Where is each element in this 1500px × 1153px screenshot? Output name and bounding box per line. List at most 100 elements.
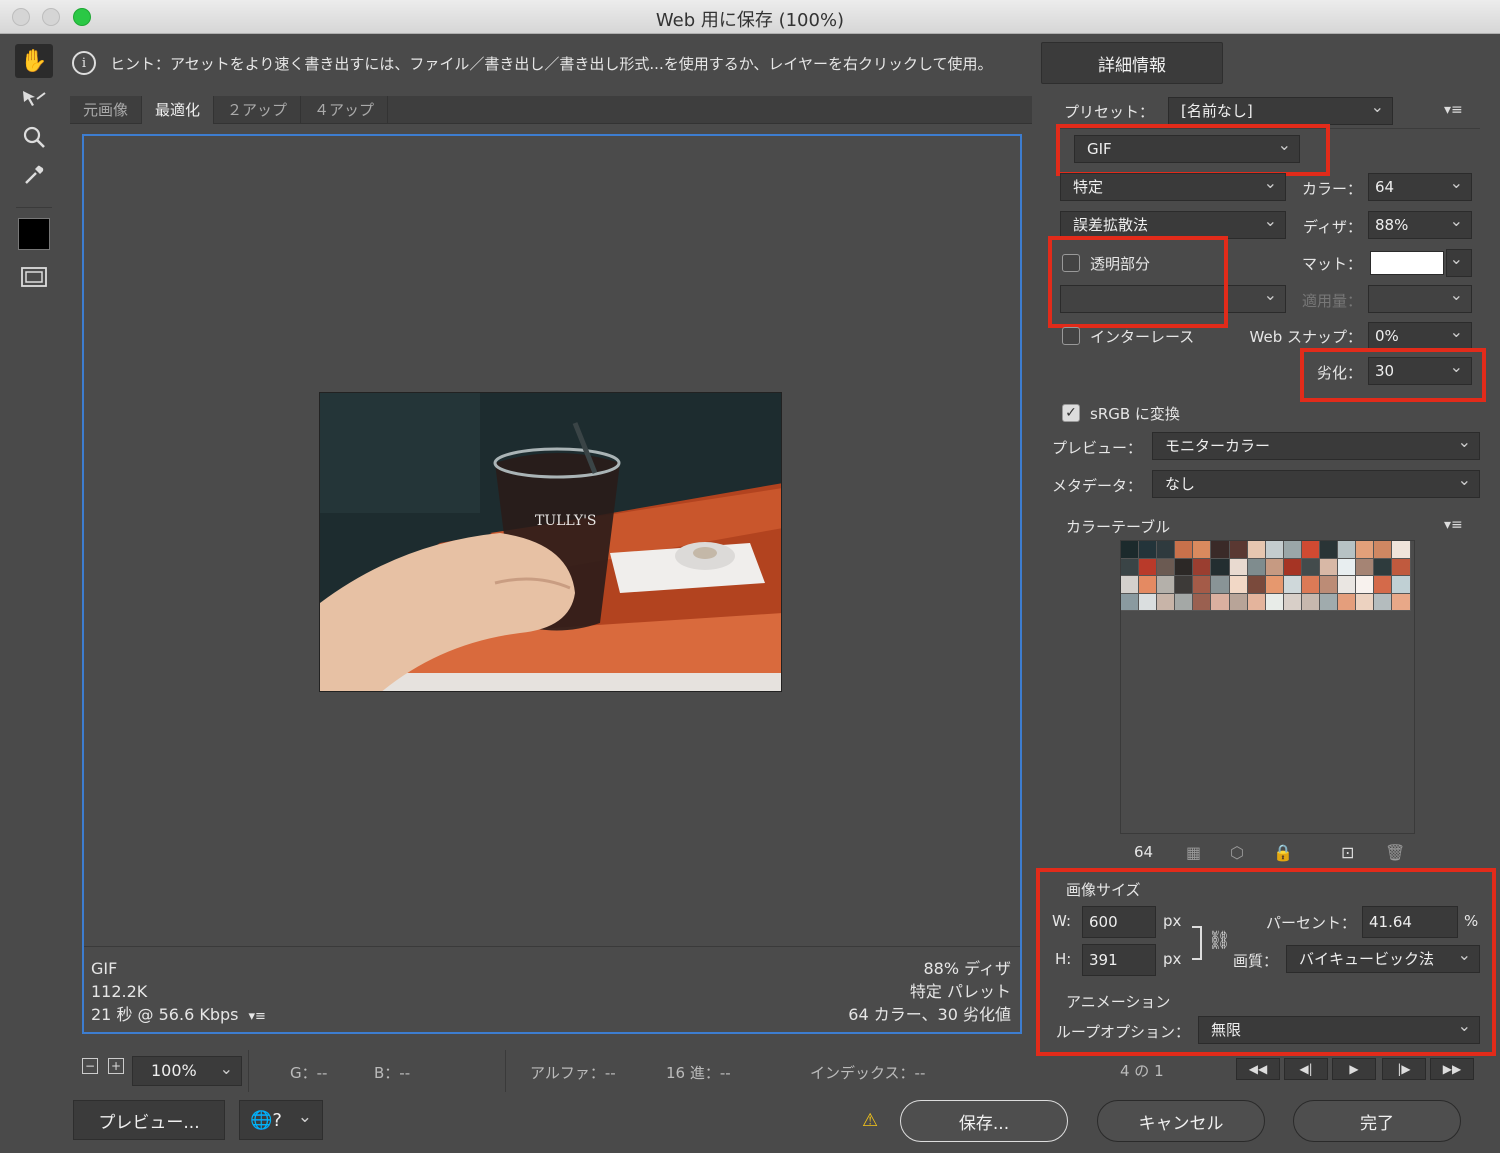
save-button[interactable]: 保存... <box>900 1100 1068 1142</box>
color-swatch[interactable] <box>1139 541 1158 559</box>
cube-icon[interactable]: ⬡ <box>1230 843 1244 862</box>
color-swatch[interactable] <box>1338 576 1357 594</box>
color-swatch[interactable] <box>1229 593 1248 612</box>
color-swatch[interactable] <box>1392 558 1411 577</box>
color-swatch[interactable] <box>1301 558 1321 577</box>
color-table-menu-icon[interactable]: ▾≡ <box>1444 517 1463 533</box>
color-swatch[interactable] <box>1193 593 1212 612</box>
color-swatch[interactable] <box>1211 593 1230 612</box>
zoom-in-button[interactable]: + <box>108 1058 124 1074</box>
eyedropper-tool-icon[interactable] <box>15 158 53 192</box>
hand-tool-icon[interactable]: ✋ <box>15 44 53 78</box>
color-swatch[interactable] <box>1356 558 1375 577</box>
color-swatch[interactable] <box>1157 593 1176 612</box>
color-swatch[interactable] <box>1374 593 1393 612</box>
details-button[interactable]: 詳細情報 <box>1041 42 1223 84</box>
color-swatch[interactable] <box>1157 558 1176 577</box>
tab-original[interactable]: 元画像 <box>70 96 143 124</box>
color-swatch[interactable] <box>1265 576 1284 594</box>
color-swatch[interactable] <box>1338 558 1357 577</box>
color-swatch[interactable] <box>1139 593 1158 612</box>
color-swatch[interactable] <box>1283 558 1302 577</box>
preset-menu-icon[interactable]: ▾≡ <box>1444 102 1463 118</box>
color-swatch[interactable] <box>1374 558 1393 577</box>
color-swatch[interactable] <box>1374 541 1393 559</box>
eyedropper-color-swatch[interactable] <box>18 218 50 250</box>
color-swatch[interactable] <box>1121 576 1140 594</box>
color-swatch[interactable] <box>1283 576 1302 594</box>
color-swatch[interactable] <box>1338 593 1357 612</box>
color-swatch[interactable] <box>1301 541 1321 559</box>
color-swatch[interactable] <box>1283 593 1302 612</box>
color-swatch[interactable] <box>1229 576 1248 594</box>
dither-method-select[interactable]: 誤差拡散法 <box>1060 208 1286 239</box>
color-swatch[interactable] <box>1193 576 1212 594</box>
zoom-level-select[interactable]: 100% ⌄ <box>132 1056 242 1086</box>
color-swatch[interactable] <box>1211 541 1230 559</box>
color-swatch[interactable] <box>1301 593 1321 612</box>
color-swatch[interactable] <box>1121 593 1140 612</box>
interlace-checkbox[interactable] <box>1062 327 1080 345</box>
color-swatch[interactable] <box>1265 541 1284 559</box>
matte-color-swatch[interactable] <box>1370 251 1444 275</box>
last-frame-icon[interactable]: ▶▶ <box>1430 1058 1474 1080</box>
color-swatch[interactable] <box>1320 558 1339 577</box>
color-swatch[interactable] <box>1139 576 1158 594</box>
color-swatch[interactable] <box>1247 541 1266 559</box>
trash-icon[interactable]: 🗑 <box>1385 843 1405 862</box>
download-speed-menu-icon[interactable]: ▾≡ <box>248 1009 265 1024</box>
color-swatch[interactable] <box>1265 558 1284 577</box>
done-button[interactable]: 完了 <box>1293 1100 1461 1142</box>
color-swatch[interactable] <box>1247 593 1266 612</box>
color-swatch[interactable] <box>1283 541 1302 559</box>
cancel-button[interactable]: キャンセル <box>1097 1100 1265 1142</box>
dither-amount-select[interactable]: 88% <box>1368 208 1472 239</box>
play-icon[interactable]: ▶ <box>1332 1058 1376 1080</box>
zoom-tool-icon[interactable] <box>15 120 53 154</box>
checker-icon[interactable]: ▦ <box>1186 843 1201 862</box>
color-swatch[interactable] <box>1356 541 1375 559</box>
color-swatch[interactable] <box>1157 576 1176 594</box>
next-frame-icon[interactable]: |▶ <box>1382 1058 1426 1080</box>
preview-button[interactable]: プレビュー... <box>73 1100 225 1140</box>
tab-2up[interactable]: ２アップ <box>214 96 302 124</box>
slice-select-tool-icon[interactable] <box>15 82 53 116</box>
color-swatch[interactable] <box>1175 576 1194 594</box>
color-swatch[interactable] <box>1392 593 1411 612</box>
websnap-select[interactable]: 0% <box>1368 319 1472 350</box>
color-swatch[interactable] <box>1211 558 1230 577</box>
preview-color-select[interactable]: モニターカラー <box>1152 429 1480 460</box>
color-swatch[interactable] <box>1374 576 1393 594</box>
color-swatch[interactable] <box>1392 541 1411 559</box>
color-swatch[interactable] <box>1265 593 1284 612</box>
color-swatch[interactable] <box>1175 541 1194 559</box>
color-swatch[interactable] <box>1211 576 1230 594</box>
color-swatch[interactable] <box>1139 558 1158 577</box>
color-reduction-select[interactable]: 特定 <box>1060 170 1286 201</box>
color-swatch[interactable] <box>1157 541 1176 559</box>
color-swatch[interactable] <box>1320 541 1339 559</box>
metadata-select[interactable]: なし <box>1152 467 1480 498</box>
color-swatch[interactable] <box>1121 541 1140 559</box>
color-swatch[interactable] <box>1175 558 1194 577</box>
previous-frame-icon[interactable]: ◀| <box>1284 1058 1328 1080</box>
color-swatch[interactable] <box>1121 558 1140 577</box>
color-swatch[interactable] <box>1356 576 1375 594</box>
color-swatch[interactable] <box>1320 593 1339 612</box>
preset-select[interactable]: [名前なし] <box>1168 94 1393 125</box>
color-swatch[interactable] <box>1175 593 1194 612</box>
first-frame-icon[interactable]: ◀◀ <box>1236 1058 1280 1080</box>
new-color-icon[interactable]: ⊡ <box>1341 843 1354 862</box>
amount-select[interactable] <box>1368 282 1472 313</box>
srgb-checkbox[interactable]: ✓ <box>1062 404 1080 422</box>
color-table[interactable] <box>1120 540 1415 834</box>
color-swatch[interactable] <box>1356 593 1375 612</box>
color-swatch[interactable] <box>1301 576 1321 594</box>
browser-preview-button[interactable]: 🌐? ⌄ <box>239 1100 323 1140</box>
color-swatch[interactable] <box>1193 558 1212 577</box>
color-swatch[interactable] <box>1247 558 1266 577</box>
toggle-slice-visibility-icon[interactable] <box>15 260 53 294</box>
color-swatch[interactable] <box>1229 541 1248 559</box>
color-swatch[interactable] <box>1392 576 1411 594</box>
color-swatch[interactable] <box>1193 541 1212 559</box>
